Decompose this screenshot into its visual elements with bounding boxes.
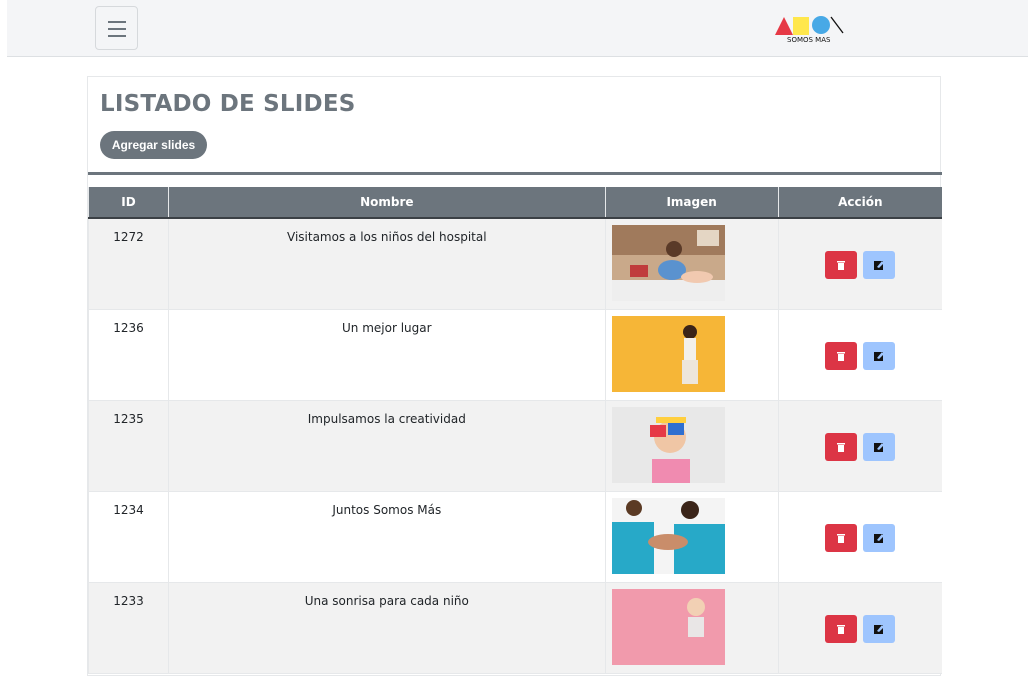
delete-button[interactable] (825, 251, 858, 279)
table-row: 1236 Un mejor lugar (88, 309, 942, 401)
row-id: 1236 (88, 309, 169, 401)
row-name: Un mejor lugar (167, 309, 606, 401)
delete-button[interactable] (825, 341, 858, 370)
page-title: LISTADO DE SLIDES (100, 91, 356, 117)
edit-button[interactable] (863, 523, 896, 552)
trash-icon (837, 624, 846, 634)
delete-button[interactable] (825, 523, 858, 552)
trash-icon (837, 442, 846, 452)
hamburger-line (108, 35, 126, 37)
slides-table: ID Nombre Imagen Acción 1272 Visitamos a… (88, 187, 942, 674)
navbar: SOMOS MAS (7, 0, 1028, 57)
row-name: Juntos Somos Más (167, 491, 606, 583)
trash-icon (837, 261, 846, 270)
column-header-action[interactable]: Acción (777, 187, 942, 219)
table-row: 1235 Impulsamos la creatividad (88, 400, 942, 492)
row-name: Una sonrisa para cada niño (167, 582, 606, 674)
slide-thumbnail-image[interactable] (611, 225, 725, 301)
slide-thumbnail-image[interactable] (611, 497, 725, 574)
row-name: Impulsamos la creatividad (167, 400, 606, 492)
divider (88, 172, 942, 175)
delete-button[interactable] (825, 432, 858, 461)
slides-card: LISTADO DE SLIDES Agregar slides ID Nomb… (87, 76, 942, 676)
trash-icon (837, 351, 846, 361)
logo-text: SOMOS MAS (787, 36, 831, 44)
column-header-image[interactable]: Imagen (604, 187, 779, 219)
table-row: 1233 Una sonrisa para cada niño (88, 582, 942, 674)
edit-icon (874, 261, 885, 270)
slide-thumbnail-image[interactable] (611, 588, 725, 665)
row-id: 1235 (88, 400, 169, 492)
column-header-name[interactable]: Nombre (167, 187, 606, 219)
somos-mas-logo[interactable]: SOMOS MAS (773, 13, 845, 45)
add-slides-button[interactable]: Agregar slides (100, 131, 207, 159)
edit-icon (874, 624, 885, 634)
table-row: 1234 Juntos Somos Más (88, 491, 942, 583)
row-id: 1272 (88, 218, 169, 310)
edit-button[interactable] (863, 432, 896, 461)
edit-icon (874, 351, 885, 361)
edit-button[interactable] (863, 341, 896, 370)
edit-button[interactable] (863, 614, 896, 643)
trash-icon (837, 533, 846, 543)
table-header-row: ID Nombre Imagen Acción (88, 187, 942, 219)
row-name: Visitamos a los niños del hospital (167, 218, 606, 310)
hamburger-line (108, 21, 126, 23)
hamburger-line (108, 28, 126, 30)
edit-button[interactable] (863, 251, 896, 279)
hamburger-menu-button[interactable] (95, 6, 138, 50)
column-header-id[interactable]: ID (88, 187, 169, 219)
slide-thumbnail-image[interactable] (611, 406, 725, 483)
row-id: 1234 (88, 491, 169, 583)
table-row: 1272 Visitamos a los niños del hospital (88, 218, 942, 310)
edit-icon (874, 442, 885, 452)
delete-button[interactable] (825, 614, 858, 643)
slide-thumbnail-image[interactable] (611, 315, 725, 392)
edit-icon (874, 533, 885, 543)
row-id: 1233 (88, 582, 169, 674)
